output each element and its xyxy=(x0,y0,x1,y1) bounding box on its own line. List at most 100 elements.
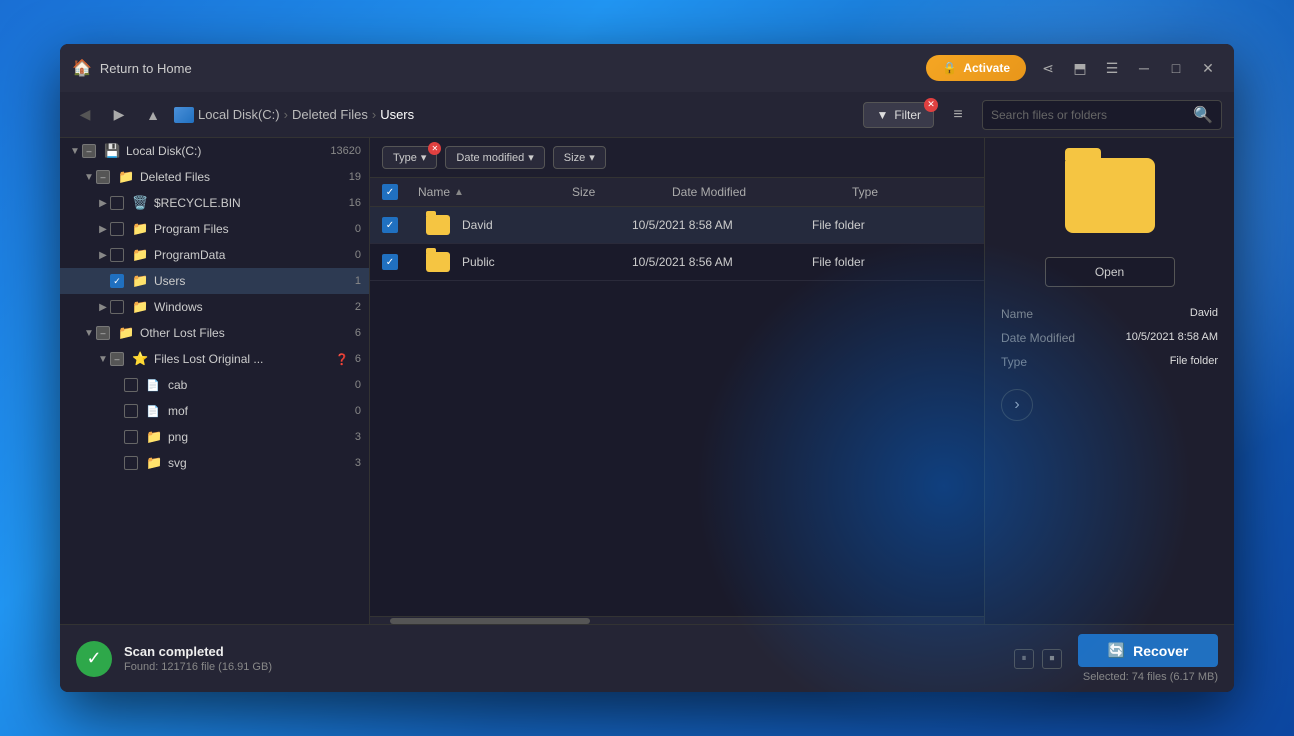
maximize-button[interactable]: □ xyxy=(1162,54,1190,82)
checkbox-program-data[interactable] xyxy=(110,248,124,262)
stop-button[interactable]: ⏹ xyxy=(1042,649,1062,669)
type-filter-chip[interactable]: Type ▾ ✕ xyxy=(382,146,437,169)
search-input[interactable] xyxy=(991,108,1187,122)
sidebar-item-mof[interactable]: 📄 mof 0 xyxy=(60,398,369,424)
item-label: Program Files xyxy=(154,222,351,236)
header-date-modified[interactable]: Date Modified xyxy=(672,185,852,199)
item-label: Other Lost Files xyxy=(140,326,351,340)
type-filter-clear[interactable]: ✕ xyxy=(428,142,441,155)
row-check[interactable]: ✓ xyxy=(382,254,418,270)
sidebar-item-deleted-files[interactable]: ▼ – 📁 Deleted Files 19 xyxy=(60,164,369,190)
row-check[interactable]: ✓ xyxy=(382,217,418,233)
header-type[interactable]: Type xyxy=(852,185,972,199)
recover-button[interactable]: 🔄 Recover xyxy=(1078,634,1218,667)
save-button[interactable]: ⬒ xyxy=(1066,54,1094,82)
header-name[interactable]: Name ▲ xyxy=(418,185,572,199)
back-button[interactable]: ◀ xyxy=(72,102,98,128)
main-content: ▼ – 💾 Local Disk(C:) 13620 ▼ – 📁 Deleted… xyxy=(60,138,1234,624)
sidebar-item-local-disk[interactable]: ▼ – 💾 Local Disk(C:) 13620 xyxy=(60,138,369,164)
breadcrumb-folder2[interactable]: Users xyxy=(380,107,414,122)
name-header-label: Name xyxy=(418,185,450,199)
sidebar-item-windows[interactable]: ▶ 📁 Windows 2 xyxy=(60,294,369,320)
sidebar-item-recycle-bin[interactable]: ▶ 🗑️ $RECYCLE.BIN 16 xyxy=(60,190,369,216)
checkbox-mof[interactable] xyxy=(124,404,138,418)
sidebar-item-cab[interactable]: 📄 cab 0 xyxy=(60,372,369,398)
chevron-icon: ▾ xyxy=(421,151,427,164)
folder-icon: 📄 xyxy=(146,405,164,418)
sidebar-item-program-data[interactable]: ▶ 📁 ProgramData 0 xyxy=(60,242,369,268)
forward-button[interactable]: ▶ xyxy=(106,102,132,128)
breadcrumb-disk[interactable]: Local Disk(C:) xyxy=(198,107,280,122)
checkbox-svg[interactable] xyxy=(124,456,138,470)
size-filter-label: Size xyxy=(564,152,585,164)
disk-icon xyxy=(174,107,194,123)
row-type-cell: File folder xyxy=(812,218,932,232)
header-size[interactable]: Size xyxy=(572,185,672,199)
share-button[interactable]: ⋖ xyxy=(1034,54,1062,82)
row-type-cell: File folder xyxy=(812,255,932,269)
sidebar-item-files-lost-original[interactable]: ▼ – ⭐ Files Lost Original ... ❓ 6 xyxy=(60,346,369,372)
folder-icon: 📁 xyxy=(132,221,150,237)
file-name: David xyxy=(462,218,493,232)
folder-icon: 📁 xyxy=(132,247,150,263)
pause-button[interactable]: ⏸ xyxy=(1014,649,1034,669)
folder-starred-icon: ⭐ xyxy=(132,351,150,367)
item-label: Windows xyxy=(154,300,351,314)
checkbox-cab[interactable] xyxy=(124,378,138,392)
file-date: 10/5/2021 8:58 AM xyxy=(632,218,733,232)
file-scrollbar[interactable] xyxy=(370,616,984,624)
checkbox-png[interactable] xyxy=(124,430,138,444)
close-button[interactable]: ✕ xyxy=(1194,54,1222,82)
header-check[interactable]: ✓ xyxy=(382,184,418,200)
filter-button[interactable]: ▼ Filter ✕ xyxy=(863,102,934,128)
breadcrumb-sep1: › xyxy=(284,107,288,122)
recover-section: 🔄 Recover Selected: 74 files (6.17 MB) xyxy=(1078,634,1218,683)
checkbox-users[interactable]: ✓ xyxy=(110,274,124,288)
scan-found-label: Found: 121716 file (16.91 GB) xyxy=(124,661,1014,673)
view-menu-button[interactable]: ≡ xyxy=(942,99,974,131)
filter-clear-icon[interactable]: ✕ xyxy=(924,98,938,112)
checkbox-windows[interactable] xyxy=(110,300,124,314)
checkbox-deleted-files[interactable]: – xyxy=(96,170,110,184)
sidebar-item-png[interactable]: 📁 png 3 xyxy=(60,424,369,450)
type-header-label: Type xyxy=(852,185,878,199)
title-bar-actions: ⋖ ⬒ ☰ ─ □ ✕ xyxy=(1034,54,1222,82)
table-row[interactable]: ✓ David 10/5/2021 8:58 AM File folder xyxy=(370,207,984,244)
item-count: 6 xyxy=(355,327,361,339)
open-button[interactable]: Open xyxy=(1045,257,1175,287)
folder-yellow-icon: 📁 xyxy=(146,455,164,471)
item-label: cab xyxy=(168,378,351,392)
file-scrollbar-thumb[interactable] xyxy=(390,618,590,624)
row-name-cell: David xyxy=(418,215,532,235)
checkbox-files-lost[interactable]: – xyxy=(110,352,124,366)
expand-icon: ▶ xyxy=(96,196,110,210)
menu-button[interactable]: ☰ xyxy=(1098,54,1126,82)
date-filter-chip[interactable]: Date modified ▾ xyxy=(445,146,544,169)
up-button[interactable]: ▲ xyxy=(140,102,166,128)
expand-icon xyxy=(110,378,124,392)
sidebar-item-svg[interactable]: 📁 svg 3 xyxy=(60,450,369,476)
file-list: ✓ David 10/5/2021 8:58 AM File folder xyxy=(370,207,984,616)
breadcrumb-folder1[interactable]: Deleted Files xyxy=(292,107,368,122)
activate-label: Activate xyxy=(963,61,1010,75)
checkbox-local-disk[interactable]: – xyxy=(82,144,96,158)
activate-button[interactable]: 🔒 Activate xyxy=(926,55,1026,81)
minimize-button[interactable]: ─ xyxy=(1130,54,1158,82)
checkbox-recycle-bin[interactable] xyxy=(110,196,124,210)
checkbox-program-files[interactable] xyxy=(110,222,124,236)
expand-preview-button[interactable]: › xyxy=(1001,389,1033,421)
checkbox-other-lost-files[interactable]: – xyxy=(96,326,110,340)
type-filter-label: Type xyxy=(393,152,417,164)
table-row[interactable]: ✓ Public 10/5/2021 8:56 AM File folder xyxy=(370,244,984,281)
sidebar-item-other-lost-files[interactable]: ▼ – 📁 Other Lost Files 6 xyxy=(60,320,369,346)
checkbox-david[interactable]: ✓ xyxy=(382,217,398,233)
checkbox-public[interactable]: ✓ xyxy=(382,254,398,270)
file-type: File folder xyxy=(812,255,865,269)
sidebar-item-program-files[interactable]: ▶ 📁 Program Files 0 xyxy=(60,216,369,242)
recycle-icon: 🗑️ xyxy=(132,195,150,211)
sidebar-item-users[interactable]: ✓ 📁 Users 1 xyxy=(60,268,369,294)
size-filter-chip[interactable]: Size ▾ xyxy=(553,146,606,169)
bottom-bar: ✓ Scan completed Found: 121716 file (16.… xyxy=(60,624,1234,692)
item-count: 0 xyxy=(355,223,361,235)
expand-icon: ▶ xyxy=(96,300,110,314)
